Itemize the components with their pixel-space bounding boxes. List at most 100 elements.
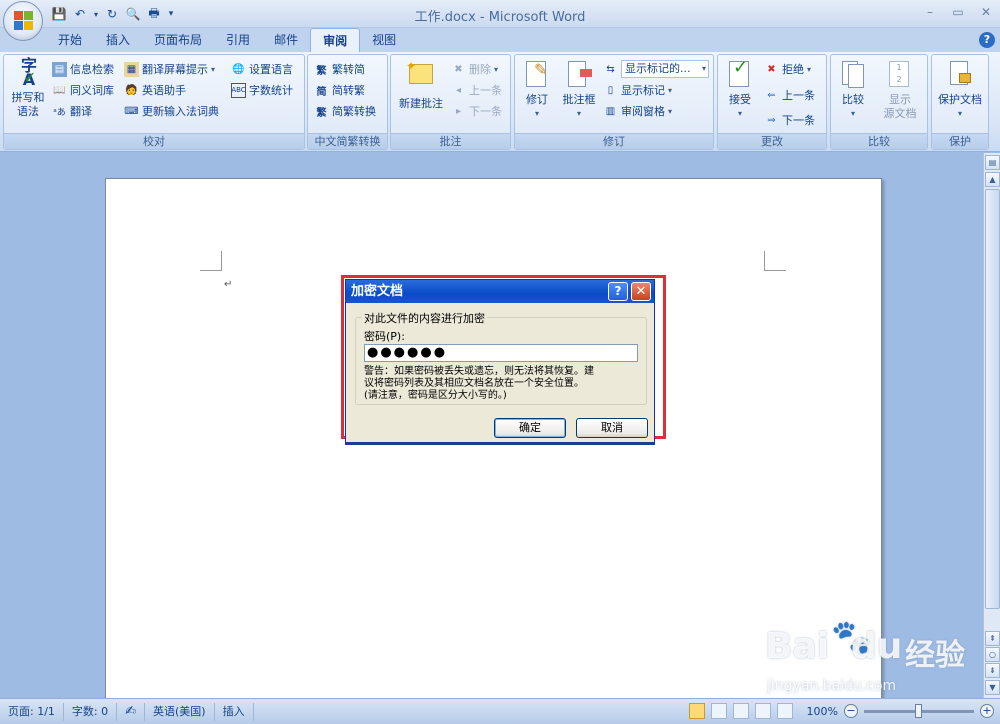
close-icon[interactable]: ✕ (978, 4, 994, 20)
zoom-out-icon[interactable]: − (844, 704, 858, 718)
reject-button[interactable]: ✖ 拒绝 ▾ (764, 59, 811, 79)
group-changes: ✓ 接受 ▾ ✖ 拒绝 ▾ ⇐ 上一条 ⇒ 下一条 更改 (717, 54, 827, 150)
thesaurus-button[interactable]: 📖 同义词库 (52, 80, 114, 100)
status-insert-mode[interactable]: 插入 (215, 702, 254, 721)
accept-label: 接受 (729, 93, 751, 106)
word-count-label: 字数统计 (249, 84, 293, 97)
restore-icon[interactable]: ▭ (950, 4, 966, 20)
display-select[interactable]: 显示标记的... ▾ (621, 60, 709, 78)
tab-mailings[interactable]: 邮件 (262, 28, 310, 52)
outline-view-icon[interactable] (754, 703, 771, 719)
spelling-label-1: 拼写和 (11, 91, 45, 104)
to-traditional-button[interactable]: 简 简转繁 (314, 80, 366, 100)
reject-dropdown-icon: ▾ (807, 64, 812, 74)
accept-button[interactable]: ✓ 接受 ▾ (720, 59, 760, 121)
english-assistant-icon: 🧑 (125, 84, 138, 96)
tab-page-layout[interactable]: 页面布局 (142, 28, 214, 52)
to-simplified-label: 繁转简 (332, 63, 365, 76)
reviewing-pane-label: 审阅窗格 (621, 105, 665, 118)
show-source-label-2: 源文档 (883, 107, 917, 120)
spelling-grammar-button[interactable]: 字A ✓ 拼写和 语法 (6, 58, 50, 119)
password-input[interactable]: ●●●●●● (364, 344, 638, 362)
next-page-icon[interactable]: ⇟ (985, 663, 1000, 678)
zoom-slider-thumb[interactable] (915, 703, 922, 718)
dialog-title: 加密文档 (351, 284, 404, 299)
scroll-thumb[interactable] (985, 189, 1000, 609)
browse-object-icon[interactable]: ○ (985, 647, 1000, 662)
tab-view[interactable]: 视图 (360, 28, 408, 52)
tab-insert[interactable]: 插入 (94, 28, 142, 52)
cancel-button[interactable]: 取消 (576, 418, 648, 438)
proofing-status-icon[interactable]: ✍ (117, 702, 146, 721)
group-label-proofing: 校对 (4, 133, 304, 149)
next-change-button[interactable]: ⇒ 下一条 (764, 110, 815, 130)
protect-document-button[interactable]: 保护文档 ▾ (934, 59, 986, 121)
to-simplified-button[interactable]: 繁 繁转简 (314, 59, 366, 79)
next-comment-button[interactable]: ▸ 下一条 (451, 101, 502, 121)
protect-document-label: 保护文档 (938, 93, 982, 106)
display-for-review: ⇆ 显示标记的... ▾ (603, 59, 709, 79)
delete-comment-button[interactable]: ✖ 删除 ▾ (451, 59, 498, 79)
compare-dropdown-icon: ▾ (850, 109, 855, 118)
tab-home[interactable]: 开始 (46, 28, 94, 52)
draft-view-icon[interactable] (776, 703, 793, 719)
word-count-button[interactable]: ABC 字数统计 (231, 80, 293, 100)
group-tracking: ✎ 修订 ▾ 批注框 ▾ ⇆ 显示标记的... ▾ ▯ 显示标记 ▾ ▥ 审阅窗… (514, 54, 714, 150)
convert-label: 简繁转换 (332, 105, 376, 118)
balloons-button[interactable]: 批注框 ▾ (557, 59, 601, 121)
new-comment-button[interactable]: ✦ 新建批注 (393, 59, 449, 111)
next-change-label: 下一条 (782, 114, 815, 127)
thesaurus-label: 同义词库 (70, 84, 114, 97)
tab-references[interactable]: 引用 (214, 28, 262, 52)
word-count-icon: ABC (231, 82, 246, 98)
translate-button[interactable]: ᵃあ 翻译 (52, 101, 92, 121)
compare-button[interactable]: 比较 ▾ (833, 59, 873, 121)
warning-line-1: 警告：如果密码被丢失或遗忘，则无法将其恢复。建 (364, 366, 594, 377)
ok-button[interactable]: 确定 (494, 418, 566, 438)
watermark-cn: 经验 (905, 638, 965, 673)
help-icon[interactable]: ? (979, 32, 995, 48)
show-source-button[interactable]: 12 显示 源文档 (875, 59, 925, 121)
update-ime-button[interactable]: ⌨ 更新输入法词典 (124, 101, 219, 121)
vertical-scrollbar[interactable]: ▤ ▲ ⇞ ○ ⇟ ▼ (983, 153, 1000, 698)
full-screen-reading-view-icon[interactable] (710, 703, 727, 719)
track-changes-button[interactable]: ✎ 修订 ▾ (517, 59, 557, 121)
window-controls: – ▭ ✕ (922, 4, 994, 20)
office-button[interactable] (3, 1, 43, 41)
minimize-icon[interactable]: – (922, 4, 938, 20)
status-language[interactable]: 英语(美国) (145, 702, 215, 721)
status-word-count[interactable]: 字数: 0 (64, 702, 118, 721)
convert-button[interactable]: 繁 简繁转换 (314, 101, 377, 121)
set-language-label: 设置语言 (249, 63, 293, 76)
status-page[interactable]: 页面: 1/1 (0, 702, 64, 721)
scroll-up-icon[interactable]: ▲ (985, 172, 1000, 187)
translate-tip-dropdown-icon: ▾ (211, 64, 216, 74)
previous-page-icon[interactable]: ⇞ (985, 631, 1000, 646)
print-layout-view-icon[interactable] (688, 703, 705, 719)
research-button[interactable]: ▤ 信息检索 (52, 59, 114, 79)
set-language-button[interactable]: 🌐 设置语言 (231, 59, 293, 79)
reviewing-pane-button[interactable]: ▥ 审阅窗格 ▾ (603, 101, 672, 121)
translate-tip-icon: ▦ (124, 61, 139, 77)
show-markup-button[interactable]: ▯ 显示标记 ▾ (603, 80, 672, 100)
dialog-close-icon[interactable]: ✕ (631, 282, 651, 301)
previous-comment-button[interactable]: ◂ 上一条 (451, 80, 502, 100)
english-assistant-button[interactable]: 🧑 英语助手 (124, 80, 186, 100)
dialog-title-bar[interactable]: 加密文档 ? ✕ (346, 280, 654, 303)
previous-change-button[interactable]: ⇐ 上一条 (764, 85, 815, 105)
track-changes-label: 修订 (526, 93, 548, 106)
ruler-toggle-icon[interactable]: ▤ (985, 155, 1000, 170)
web-layout-view-icon[interactable] (732, 703, 749, 719)
zoom-in-icon[interactable]: + (980, 704, 994, 718)
zoom-slider[interactable] (864, 703, 974, 718)
zoom-level[interactable]: 100% (807, 705, 838, 718)
tab-review[interactable]: 审阅 (310, 28, 361, 52)
dialog-help-icon[interactable]: ? (608, 282, 628, 301)
reviewing-pane-dropdown-icon: ▾ (668, 106, 673, 116)
previous-change-label: 上一条 (782, 89, 815, 102)
translate-tip-button[interactable]: ▦ 翻译屏幕提示 ▾ (124, 59, 215, 79)
scroll-down-icon[interactable]: ▼ (985, 680, 1000, 695)
new-comment-label: 新建批注 (399, 97, 443, 110)
show-source-label-1: 显示 (889, 93, 911, 106)
translate-icon: ᵃあ (53, 107, 66, 118)
